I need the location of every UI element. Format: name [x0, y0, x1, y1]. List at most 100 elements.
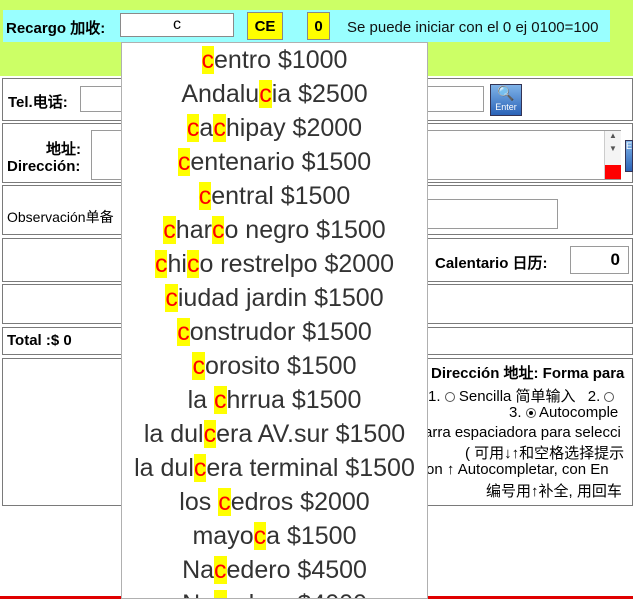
option-1-prefix: 1. [428, 388, 441, 405]
suggestion-text: ia $2500 [271, 80, 368, 108]
address-label-es: Dirección: [7, 158, 81, 175]
suggestion-match: c [213, 114, 226, 142]
suggestion-item[interactable]: centenario $1500 [122, 145, 427, 179]
suggestion-match: c [192, 352, 205, 380]
suggestion-item[interactable]: Andalucia $2500 [122, 77, 427, 111]
suggestion-match: c [186, 250, 200, 278]
suggestion-match: c [253, 522, 267, 550]
suggestion-match: c [214, 386, 227, 414]
ce-button[interactable]: CE [247, 12, 283, 40]
suggestion-item[interactable]: la chrrua $1500 [122, 383, 427, 417]
resize-handle[interactable] [605, 165, 621, 179]
suggestion-text: onstrudor $1500 [189, 318, 372, 346]
observation-label: Observación单备 [7, 209, 114, 225]
calendar-label: Calentario 日历: [435, 255, 548, 272]
suggestion-match: c [203, 420, 217, 448]
suggestion-item[interactable]: ciudad jardin $1500 [122, 281, 427, 315]
suggestion-item[interactable]: la dulcera AV.sur $1500 [122, 417, 427, 451]
suggestion-item[interactable]: central $1500 [122, 179, 427, 213]
suggestion-text: a [199, 114, 214, 142]
suggestion-text: la dul [134, 454, 194, 482]
suggestion-match: c [201, 46, 215, 74]
suggestion-text: la [187, 386, 215, 414]
suggestion-item[interactable]: corosito $1500 [122, 349, 427, 383]
suggestion-text: o negro $1500 [224, 216, 386, 244]
suggestion-item[interactable]: Nacedero $4000 [122, 587, 427, 598]
address-scrollbar[interactable]: ▲ ▼ [604, 131, 621, 179]
suggestion-text: iudad jardin $1500 [177, 284, 384, 312]
address-mode-option-3[interactable]: 3. Autocomple [509, 404, 618, 421]
suggestion-text: los [179, 488, 219, 516]
suggestion-match: c [177, 148, 191, 176]
suggestion-text: mayo [192, 522, 254, 550]
enter-icon[interactable]: 🔍 Enter [490, 84, 522, 116]
suggestion-text: entro $1000 [214, 46, 348, 74]
suggestion-text: Na [182, 556, 215, 584]
option-1-label: Sencilla 简单输入 [458, 388, 576, 405]
scroll-up-icon[interactable]: ▲ [605, 131, 621, 140]
suggestion-match: c [214, 590, 227, 598]
option-3-label: Autocomple [539, 404, 619, 421]
suggestion-text: har [175, 216, 212, 244]
suggestion-text: era AV.sur $1500 [216, 420, 406, 448]
suggestion-item[interactable]: cachipay $2000 [122, 111, 427, 145]
suggestion-match: c [163, 216, 176, 244]
recargo-label: Recargo 加收: [6, 20, 106, 37]
suggestion-item[interactable]: charco negro $1500 [122, 213, 427, 247]
address-enter-icon[interactable]: E [625, 140, 633, 172]
suggestion-match: c [218, 488, 231, 516]
suggestion-match: c [154, 250, 168, 278]
address-mode-option-1[interactable]: 1. Sencilla 简单输入 2. [428, 385, 615, 406]
suggestion-text: Na [182, 590, 214, 598]
recargo-hint: Se puede iniciar con el 0 ej 0100=100 [347, 19, 599, 36]
suggestion-item[interactable]: Nacedero $4500 [122, 553, 427, 587]
option-2-prefix: 2. [587, 388, 601, 405]
suggestion-item[interactable]: construdor $1500 [122, 315, 427, 349]
suggestion-text: hipay $2000 [225, 114, 363, 142]
suggestion-text: o restrelpo $2000 [199, 250, 395, 278]
address-mode-line-3: on ↑ Autocompletar, con En [426, 461, 609, 478]
radio-sencilla[interactable] [444, 392, 455, 403]
address-mode-line-2: ( 可用↓↑和空格选择提示 [465, 445, 625, 462]
radio-option-2[interactable] [604, 392, 615, 403]
suggestion-text: hrrua $1500 [226, 386, 362, 414]
suggestion-text: edros $2000 [230, 488, 370, 516]
option-3-prefix: 3. [509, 404, 522, 421]
suggestion-item[interactable]: los cedros $2000 [122, 485, 427, 519]
suggestion-match: c [214, 556, 227, 584]
suggestion-item[interactable]: chico restrelpo $2000 [122, 247, 427, 281]
address-mode-title: Dirección 地址: Forma para [431, 365, 625, 382]
suggestion-match: c [177, 318, 190, 346]
suggestion-item[interactable]: mayoca $1500 [122, 519, 427, 553]
scroll-down-icon[interactable]: ▼ [605, 144, 621, 153]
address-mode-line-4: 编号用↑补全, 用回车 [486, 483, 622, 500]
calendar-input[interactable]: 0 [570, 246, 629, 274]
suggestion-list: centro $1000 Andalucia $2500 cachipay $200… [122, 43, 427, 598]
address-label-cn: 地址: [46, 141, 81, 158]
suggestion-text: hi [167, 250, 187, 278]
suggestion-text: Andalu [181, 80, 260, 108]
suggestion-match: c [165, 284, 178, 312]
suggestion-match: c [198, 182, 212, 210]
autocomplete-dropdown[interactable]: centro $1000 Andalucia $2500 cachipay $200… [121, 42, 428, 599]
radio-autocompletar[interactable] [525, 408, 536, 419]
suggestion-match: c [211, 216, 225, 244]
magnifier-icon: 🔍 [497, 85, 515, 101]
suggestion-text: edero $4000 [227, 590, 367, 598]
suggestion-text: orosito $1500 [204, 352, 357, 380]
total-label: Total :$ 0 [7, 332, 72, 349]
suggestion-text: la dul [143, 420, 204, 448]
address-mode-line-1: arra espaciadora para selecci [424, 424, 621, 441]
suggestion-item[interactable]: la dulcera terminal $1500 [122, 451, 427, 485]
suggestion-match: c [186, 114, 200, 142]
suggestion-text: era terminal $1500 [206, 454, 415, 482]
suggestion-item[interactable]: centro $1000 [122, 43, 427, 77]
suggestion-text: entenario $1500 [190, 148, 372, 176]
recargo-input[interactable] [120, 13, 234, 37]
suggestion-text: edero $4500 [226, 556, 367, 584]
suggestion-match: c [259, 80, 272, 108]
suggestion-match: c [193, 454, 207, 482]
enter-caption: Enter [495, 102, 517, 112]
count-box: 0 [307, 12, 330, 40]
tel-label: Tel.电话: [8, 94, 68, 111]
